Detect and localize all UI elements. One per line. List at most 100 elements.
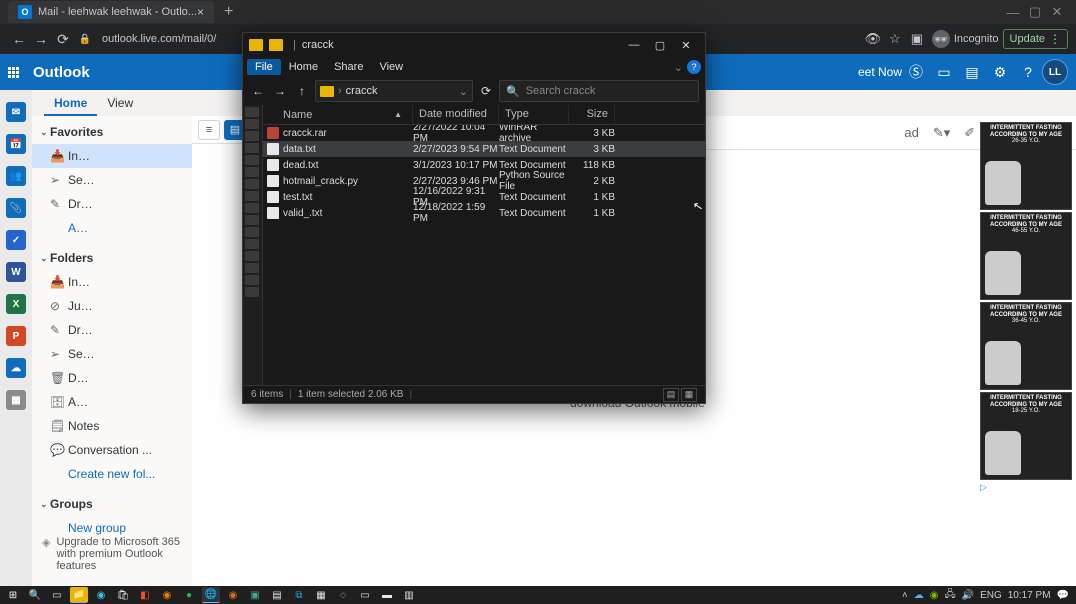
col-name[interactable]: Name▲ — [263, 105, 413, 124]
menu-view[interactable]: View — [371, 59, 411, 75]
explorer-minimize-icon[interactable]: — — [621, 34, 647, 56]
menu-file[interactable]: File — [247, 59, 281, 75]
app-launcher-icon[interactable] — [8, 67, 19, 78]
rail-app[interactable]: 📎 — [6, 198, 26, 218]
ad-card[interactable]: INTERMITTENT FASTING ACCORDING TO MY AGE… — [980, 392, 1072, 480]
view-large-icon[interactable]: ▦ — [681, 388, 697, 402]
chrome-taskbar-icon[interactable]: 🌐 — [202, 587, 220, 603]
lang-indicator[interactable]: ENG — [980, 590, 1002, 601]
groups-header[interactable]: ⌄Groups — [32, 492, 192, 516]
app-taskbar-icon[interactable]: ◧ — [136, 587, 154, 603]
app-taskbar-icon[interactable]: ● — [180, 587, 198, 603]
sidebar-item-archive[interactable]: 🗄A… — [32, 390, 192, 414]
app-taskbar-icon[interactable]: ◉ — [158, 587, 176, 603]
app-taskbar-icon[interactable]: ▥ — [400, 587, 418, 603]
file-row[interactable]: data.txt2/27/2023 9:54 PMText Document3 … — [263, 141, 705, 157]
sidebar-item-sent2[interactable]: ➢Se… — [32, 342, 192, 366]
reload-icon[interactable]: ⟳ — [52, 31, 74, 48]
network-icon[interactable]: 🖧 — [944, 587, 955, 604]
menu-share[interactable]: Share — [326, 59, 371, 75]
folders-header[interactable]: ⌄Folders — [32, 246, 192, 270]
rail-app[interactable]: ✓ — [6, 230, 26, 250]
toolbar-download[interactable]: ad — [904, 125, 918, 140]
start-button[interactable]: ⊞ — [4, 587, 22, 603]
ribbon-expand-icon[interactable]: ⌄ — [674, 61, 683, 74]
address-dropdown-icon[interactable]: ⌄ — [459, 85, 468, 98]
meet-now-label[interactable]: eet Now — [858, 65, 902, 79]
address-bar[interactable]: › cracck ⌄ — [315, 80, 473, 102]
search-taskbar-icon[interactable]: 🔍 — [26, 587, 44, 603]
rail-app[interactable]: 📅 — [6, 134, 26, 154]
notifications-tray-icon[interactable]: 💬 — [1057, 590, 1069, 601]
ad-card[interactable]: INTERMITTENT FASTING ACCORDING TO MY AGE… — [980, 122, 1072, 210]
sidebar-item-drafts[interactable]: ✎Dr… — [32, 192, 192, 216]
rail-app[interactable]: ☁ — [6, 358, 26, 378]
edge-taskbar-icon[interactable]: ◉ — [92, 587, 110, 603]
nvidia-icon[interactable]: ◉ — [930, 590, 939, 601]
rail-app[interactable]: 👥 — [6, 166, 26, 186]
app-taskbar-icon[interactable]: ◌ — [334, 587, 352, 603]
sidebar-item-junk[interactable]: ⊘Ju… — [32, 294, 192, 318]
search-box[interactable]: 🔍 Search cracck — [499, 80, 699, 102]
eye-off-icon[interactable]: 👁 — [862, 31, 884, 47]
app-taskbar-icon[interactable]: ▬ — [378, 587, 396, 603]
update-button[interactable]: Update — [1003, 29, 1068, 49]
nav-back-icon[interactable]: ← — [249, 84, 267, 98]
help-icon[interactable]: ? — [1014, 64, 1042, 80]
help-button[interactable]: ? — [687, 60, 701, 74]
toolbar-edit-icon[interactable]: ✎▾ — [933, 125, 950, 141]
settings-icon[interactable]: ⚙ — [986, 64, 1014, 81]
sidebar-item-inbox[interactable]: 📥In… — [32, 144, 192, 168]
bookmark-icon[interactable]: ☆ — [884, 31, 906, 47]
sidebar-item-notes[interactable]: 🗒Notes — [32, 414, 192, 438]
explorer-taskbar-icon[interactable]: 📁 — [70, 587, 88, 603]
explorer-navpane[interactable] — [243, 105, 263, 385]
col-size[interactable]: Size — [569, 105, 615, 124]
onedrive-icon[interactable]: ☁ — [914, 590, 924, 601]
rail-app[interactable]: P — [6, 326, 26, 346]
ad-card[interactable]: INTERMITTENT FASTING ACCORDING TO MY AGE… — [980, 212, 1072, 300]
volume-icon[interactable]: 🔊 — [962, 590, 974, 601]
incognito-indicator[interactable]: 🕶 Incognito — [932, 30, 999, 48]
rail-app[interactable]: W — [6, 262, 26, 282]
ad-card[interactable]: INTERMITTENT FASTING ACCORDING TO MY AGE… — [980, 302, 1072, 390]
favorites-header[interactable]: ⌄Favorites — [32, 120, 192, 144]
col-date[interactable]: Date modified — [413, 105, 499, 124]
file-row[interactable]: valid_.txt12/18/2022 1:59 PMText Documen… — [263, 205, 705, 221]
window-minimize-icon[interactable]: — — [1002, 5, 1024, 20]
rail-app[interactable]: ✉ — [6, 102, 26, 122]
sidebar-item-convo[interactable]: 💬Conversation ... — [32, 438, 192, 462]
extension-icon[interactable]: ▣ — [906, 31, 928, 47]
view-details-icon[interactable]: ▤ — [663, 388, 679, 402]
create-folder-link[interactable]: Create new fol... — [32, 462, 192, 486]
rail-app[interactable]: X — [6, 294, 26, 314]
app-taskbar-icon[interactable]: ▣ — [246, 587, 264, 603]
back-icon[interactable]: ← — [8, 31, 30, 47]
nav-forward-icon[interactable]: → — [271, 84, 289, 98]
file-row[interactable]: cracck.rar2/27/2022 10:04 PMWinRAR archi… — [263, 125, 705, 141]
window-close-icon[interactable]: ✕ — [1046, 4, 1068, 20]
refresh-icon[interactable]: ⟳ — [477, 84, 495, 98]
app-taskbar-icon[interactable]: ▤ — [268, 587, 286, 603]
upgrade-banner[interactable]: ◈ Upgrade to Microsoft 365 with premium … — [32, 530, 192, 578]
file-row[interactable]: dead.txt3/1/2023 10:17 PMText Document11… — [263, 157, 705, 173]
sidebar-item-deleted[interactable]: 🗑D… — [32, 366, 192, 390]
adchoices-icon[interactable]: ▷ — [980, 482, 1072, 492]
app-taskbar-icon[interactable]: ◉ — [224, 587, 242, 603]
view-focused-button[interactable]: ≡ — [198, 120, 220, 140]
skype-icon[interactable]: Ⓢ — [902, 62, 930, 82]
toolbar-highlight-icon[interactable]: ✐ — [964, 125, 975, 141]
browser-tab[interactable]: O Mail - leehwak leehwak - Outlo... × — [8, 1, 214, 23]
sidebar-item-drafts2[interactable]: ✎Dr… — [32, 318, 192, 342]
immersive-reader-icon[interactable]: ▭ — [930, 64, 958, 81]
rail-app[interactable]: ▦ — [6, 390, 26, 410]
tray-chevron-icon[interactable]: ˄ — [902, 590, 908, 601]
clock[interactable]: 10:17 PM — [1008, 590, 1051, 601]
forward-icon[interactable]: → — [30, 31, 52, 47]
tab-close-icon[interactable]: × — [197, 5, 204, 19]
col-type[interactable]: Type — [499, 105, 569, 124]
sidebar-item-inbox2[interactable]: 📥In… — [32, 270, 192, 294]
app-taskbar-icon[interactable]: ▭ — [356, 587, 374, 603]
avatar[interactable]: LL — [1042, 59, 1068, 85]
explorer-titlebar[interactable]: | cracck — ▢ ✕ — [243, 33, 705, 57]
